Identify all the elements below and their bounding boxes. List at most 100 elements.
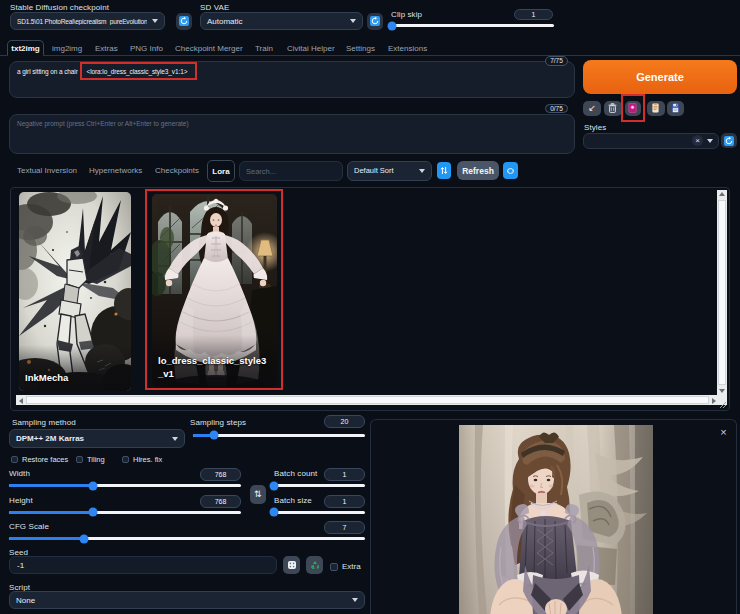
random-seed-button[interactable]	[283, 556, 300, 574]
tab-checkpoint-merger[interactable]: Checkpoint Merger	[175, 40, 243, 56]
batch-count-value[interactable]: 1	[324, 468, 365, 481]
tab-hypernetworks[interactable]: Hypernetworks	[89, 166, 142, 175]
extra-seed-option[interactable]: Extra	[330, 562, 361, 571]
save-style-button[interactable]	[667, 101, 684, 117]
resize-grip[interactable]	[717, 395, 727, 405]
tab-lora[interactable]: Lora	[207, 160, 235, 182]
checkpoint-dropdown[interactable]: SD1.5\01 PhotoReal\epicrealism_pureEvolu…	[10, 12, 165, 30]
batch-count-slider[interactable]	[274, 484, 365, 487]
width-label: Width	[9, 469, 30, 478]
extra-seed-checkbox[interactable]	[330, 563, 338, 571]
tiling-option[interactable]: Tiling	[76, 455, 105, 464]
tab-train[interactable]: Train	[255, 40, 273, 56]
tab-png-info[interactable]: PNG Info	[130, 40, 163, 56]
scroll-left-arrow[interactable]	[19, 398, 23, 404]
chevron-down-icon	[419, 169, 425, 173]
batch-size-value[interactable]: 1	[324, 495, 365, 508]
slider-fill	[9, 537, 84, 540]
vae-label: SD VAE	[200, 3, 229, 12]
styles-label: Styles	[584, 123, 606, 132]
tab-settings[interactable]: Settings	[346, 40, 375, 56]
refresh-networks-button[interactable]: Refresh	[457, 161, 499, 180]
horizontal-scrollbar[interactable]	[16, 395, 719, 405]
hires-fix-checkbox[interactable]	[122, 456, 129, 463]
clip-skip-value[interactable]: 1	[514, 9, 553, 20]
reuse-seed-button[interactable]	[306, 556, 323, 574]
refresh-loop-button[interactable]	[503, 162, 518, 179]
cfg-scale-value[interactable]: 7	[324, 521, 365, 534]
sampling-method-dropdown[interactable]: DPM++ 2M Karras	[9, 429, 185, 448]
swap-dimensions-button[interactable]: ⇅	[250, 485, 267, 505]
swap-arrows-icon: ⇅	[254, 489, 262, 499]
width-slider[interactable]	[9, 484, 241, 487]
extra-seed-label: Extra	[342, 562, 361, 571]
height-value[interactable]: 768	[200, 495, 241, 508]
paste-button[interactable]: ↙	[583, 101, 601, 117]
tab-extensions[interactable]: Extensions	[388, 40, 427, 56]
tab-extras[interactable]: Extras	[95, 40, 118, 56]
search-input[interactable]: Search...	[239, 161, 343, 181]
slider-handle[interactable]	[88, 508, 97, 517]
sort-direction-button[interactable]	[437, 162, 451, 179]
extra-networks-button[interactable]	[625, 101, 641, 117]
script-dropdown[interactable]: None	[9, 591, 365, 609]
refresh-styles-button[interactable]	[721, 133, 737, 148]
tab-civitai-helper[interactable]: Civitai Helper	[287, 40, 335, 56]
vertical-scrollbar-thumb[interactable]	[718, 200, 726, 385]
refresh-icon	[179, 16, 189, 26]
horizontal-scrollbar-thumb[interactable]	[26, 396, 709, 404]
scroll-down-arrow[interactable]	[719, 389, 725, 393]
lora-card-inkmecha[interactable]: InkMecha	[19, 192, 131, 391]
slider-handle[interactable]	[88, 481, 97, 490]
chevron-down-icon	[350, 19, 356, 23]
scroll-right-arrow[interactable]	[712, 398, 716, 404]
hires-fix-option[interactable]: Hires. fix	[122, 455, 162, 464]
extra-networks-gallery: InkMecha	[10, 187, 730, 411]
restore-faces-checkbox[interactable]	[11, 456, 18, 463]
slider-handle[interactable]	[388, 21, 397, 30]
tab-textual-inversion[interactable]: Textual Inversion	[17, 166, 77, 175]
vertical-scrollbar[interactable]	[717, 190, 727, 395]
seed-input[interactable]: -1	[9, 556, 277, 574]
sampling-steps-value[interactable]: 20	[324, 415, 365, 428]
stable-diffusion-webui: Stable Diffusion checkpoint SD1.5\01 Pho…	[0, 0, 740, 614]
slider-handle[interactable]	[270, 508, 279, 517]
tab-img2img[interactable]: img2img	[52, 40, 82, 56]
prompt-textarea[interactable]: a girl sitting on a chair <lora:lo_dress…	[9, 61, 575, 98]
tiling-checkbox[interactable]	[76, 456, 83, 463]
refresh-vae-button[interactable]	[367, 13, 383, 30]
slider-handle[interactable]	[209, 431, 218, 440]
restore-faces-option[interactable]: Restore faces	[11, 455, 68, 464]
scroll-up-arrow[interactable]	[719, 192, 725, 196]
sort-dropdown[interactable]: Default Sort	[347, 161, 432, 181]
apply-styles-button[interactable]	[647, 101, 665, 117]
tab-checkpoints[interactable]: Checkpoints	[155, 166, 199, 175]
chevron-down-icon	[352, 598, 358, 602]
clear-styles-icon[interactable]: ×	[692, 135, 703, 146]
styles-dropdown[interactable]: ×	[583, 133, 719, 149]
slider-fill	[9, 511, 93, 514]
height-label: Height	[9, 496, 33, 505]
width-value[interactable]: 768	[200, 468, 241, 481]
negative-prompt-textarea[interactable]: Negative prompt (press Ctrl+Enter or Alt…	[9, 114, 575, 154]
clear-prompt-button[interactable]	[604, 101, 622, 117]
vae-dropdown[interactable]: Automatic	[200, 12, 363, 30]
generate-button[interactable]: Generate	[583, 60, 737, 94]
sampling-steps-slider[interactable]	[193, 434, 365, 437]
lora-card-lo-dress[interactable]: lo_dress_classic_style3 _v1	[152, 194, 277, 387]
close-image-button[interactable]: ×	[718, 426, 729, 437]
height-slider[interactable]	[9, 511, 241, 514]
clip-skip-slider[interactable]	[392, 24, 554, 27]
hires-fix-label: Hires. fix	[133, 455, 162, 464]
restore-faces-label: Restore faces	[22, 455, 68, 464]
refresh-checkpoint-button[interactable]	[176, 13, 192, 30]
cfg-scale-slider[interactable]	[9, 537, 365, 540]
generated-image[interactable]	[459, 425, 653, 614]
batch-size-slider[interactable]	[274, 511, 365, 514]
main-tabs: txt2img img2img Extras PNG Info Checkpoi…	[0, 40, 740, 56]
tab-txt2img[interactable]: txt2img	[7, 40, 44, 56]
slider-handle[interactable]	[79, 534, 88, 543]
slider-handle[interactable]	[270, 481, 279, 490]
clip-skip-label: Clip skip	[391, 10, 422, 19]
generated-girl-image	[459, 425, 653, 614]
